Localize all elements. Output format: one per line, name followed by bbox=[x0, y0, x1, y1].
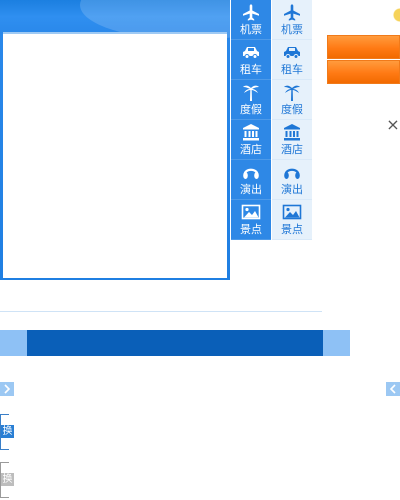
palm-tree-icon bbox=[284, 85, 300, 101]
tab-car-rental[interactable]: 租车 bbox=[231, 40, 271, 80]
airplane-icon bbox=[243, 4, 259, 21]
swap-button[interactable]: 换 bbox=[0, 414, 16, 450]
car-icon bbox=[284, 47, 300, 59]
palm-tree-icon bbox=[243, 85, 259, 101]
section-bar-fill bbox=[27, 330, 323, 356]
tab-flights[interactable]: 机票 bbox=[231, 0, 271, 40]
hotel-icon bbox=[284, 124, 300, 141]
prev-arrow-button[interactable] bbox=[386, 382, 400, 396]
tab-label: 机票 bbox=[240, 23, 262, 36]
picture-icon bbox=[282, 204, 302, 220]
swap-button-disabled[interactable]: 换 bbox=[0, 462, 16, 498]
tab-label: 度假 bbox=[281, 103, 303, 116]
tab-label: 景点 bbox=[240, 223, 262, 236]
close-icon[interactable]: × bbox=[386, 116, 400, 134]
primary-orange-button[interactable] bbox=[327, 35, 400, 59]
tab-shows[interactable]: 演出 bbox=[272, 160, 312, 200]
tab-shows[interactable]: 演出 bbox=[231, 160, 271, 200]
tab-car-rental[interactable]: 租车 bbox=[272, 40, 312, 80]
tab-flights[interactable]: 机票 bbox=[272, 0, 312, 40]
tab-label: 机票 bbox=[281, 23, 303, 36]
category-tabs-active: 机票 租车 度假 酒店 演出 景点 bbox=[231, 0, 271, 240]
tab-label: 租车 bbox=[240, 63, 262, 76]
category-tabs-inactive: 机票 租车 度假 酒店 演出 景点 bbox=[272, 0, 312, 240]
next-arrow-button[interactable] bbox=[0, 382, 14, 396]
tab-vacation[interactable]: 度假 bbox=[231, 80, 271, 120]
tab-hotel[interactable]: 酒店 bbox=[272, 120, 312, 160]
search-panel bbox=[3, 32, 227, 278]
section-divider bbox=[0, 311, 322, 312]
secondary-orange-button[interactable] bbox=[327, 60, 400, 84]
tab-label: 租车 bbox=[281, 63, 303, 76]
headphones-icon bbox=[243, 168, 259, 179]
swap-label: 换 bbox=[1, 425, 14, 438]
chevron-right-icon bbox=[4, 384, 11, 394]
tab-label: 度假 bbox=[240, 103, 262, 116]
picture-icon bbox=[241, 204, 261, 220]
tab-hotel[interactable]: 酒店 bbox=[231, 120, 271, 160]
tab-vacation[interactable]: 度假 bbox=[272, 80, 312, 120]
tab-label: 景点 bbox=[281, 223, 303, 236]
chevron-left-icon bbox=[389, 384, 396, 394]
hotel-icon bbox=[243, 124, 259, 141]
tab-label: 演出 bbox=[240, 183, 262, 196]
airplane-icon bbox=[284, 4, 300, 21]
tab-label: 演出 bbox=[281, 183, 303, 196]
tab-label: 酒店 bbox=[240, 143, 262, 156]
tab-attractions[interactable]: 景点 bbox=[272, 200, 312, 240]
car-icon bbox=[243, 47, 259, 59]
tab-label: 酒店 bbox=[281, 143, 303, 156]
tab-attractions[interactable]: 景点 bbox=[231, 200, 271, 240]
headphones-icon bbox=[284, 168, 300, 179]
star-icon bbox=[393, 6, 400, 24]
swap-label: 换 bbox=[1, 473, 14, 486]
